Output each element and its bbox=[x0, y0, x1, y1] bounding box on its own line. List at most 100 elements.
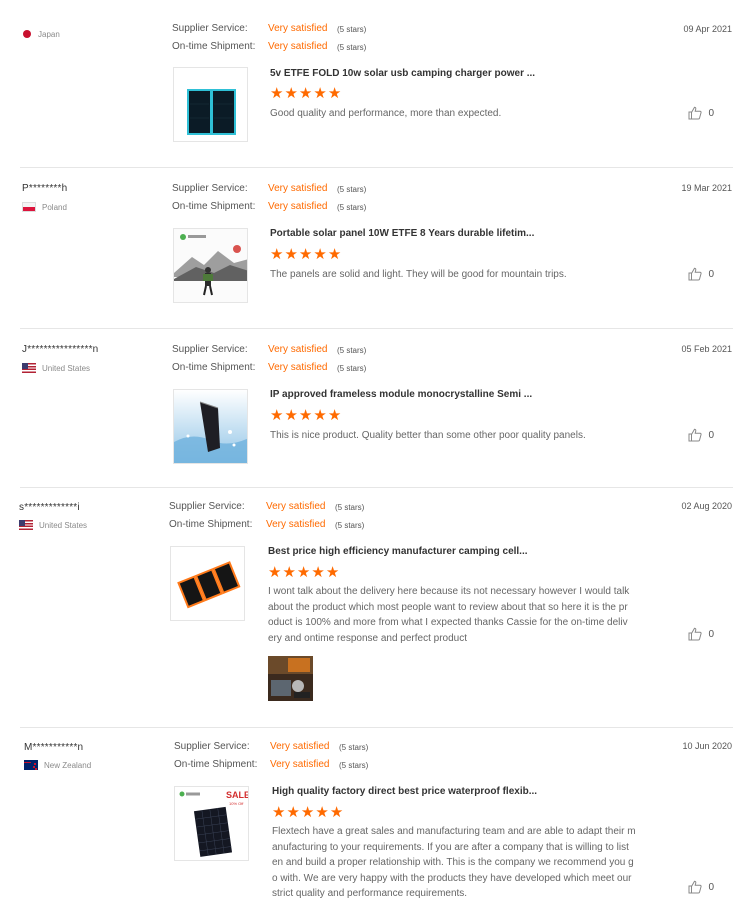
japan-flag-icon bbox=[22, 29, 32, 39]
star-icon: ★ bbox=[286, 804, 300, 821]
review-text: Flextech have a great sales and manufact… bbox=[272, 824, 652, 902]
review-attachment-image[interactable] bbox=[268, 656, 313, 701]
review-text-line: about the product which most people want… bbox=[268, 601, 628, 613]
us-flag-icon bbox=[22, 363, 36, 373]
star-icon: ★ bbox=[270, 407, 284, 424]
product-rating: ★ ★ ★ ★ ★ bbox=[268, 565, 339, 580]
reviewer-name: J****************n bbox=[22, 344, 99, 355]
review-text: I wont talk about the delivery here beca… bbox=[268, 584, 648, 646]
like-button[interactable]: 0 bbox=[688, 627, 714, 641]
review-divider bbox=[20, 487, 733, 488]
product-rating: ★ ★ ★ ★ ★ bbox=[270, 247, 341, 262]
product-rating: ★ ★ ★ ★ ★ bbox=[270, 408, 341, 423]
on-time-shipment-stars: (5 stars) bbox=[339, 761, 369, 770]
star-icon: ★ bbox=[327, 246, 342, 263]
thumbs-up-icon bbox=[688, 880, 703, 894]
on-time-shipment-label: On-time Shipment: bbox=[172, 201, 256, 212]
star-icon: ★ bbox=[313, 246, 327, 263]
star-icon: ★ bbox=[296, 564, 311, 581]
on-time-shipment-value: Very satisfied bbox=[268, 362, 328, 373]
like-button[interactable]: 0 bbox=[688, 106, 714, 120]
product-title-link[interactable]: High quality factory direct best price w… bbox=[272, 786, 537, 797]
star-icon: ★ bbox=[284, 85, 298, 102]
review-divider bbox=[20, 328, 733, 329]
review-date: 10 Jun 2020 bbox=[682, 741, 732, 751]
star-icon: ★ bbox=[327, 85, 342, 102]
thumbs-up-icon bbox=[688, 428, 703, 442]
product-thumbnail[interactable] bbox=[173, 389, 248, 464]
review-text: Good quality and performance, more than … bbox=[270, 108, 502, 119]
us-flag-icon bbox=[19, 520, 33, 530]
on-time-shipment-label: On-time Shipment: bbox=[169, 519, 253, 530]
country-name: United States bbox=[39, 520, 88, 530]
product-title-link[interactable]: Portable solar panel 10W ETFE 8 Years du… bbox=[270, 228, 534, 239]
star-icon: ★ bbox=[298, 246, 313, 263]
on-time-shipment-label: On-time Shipment: bbox=[174, 759, 258, 770]
review-text: This is nice product. Quality better tha… bbox=[270, 430, 586, 441]
product-title-link[interactable]: Best price high efficiency manufacturer … bbox=[268, 546, 528, 557]
product-thumbnail[interactable] bbox=[170, 546, 245, 621]
review-text-line: strict quality and performance requireme… bbox=[272, 888, 468, 899]
product-thumbnail[interactable]: SALE 10% Off bbox=[174, 786, 249, 861]
new-zealand-flag-icon bbox=[24, 760, 38, 770]
like-button[interactable]: 0 bbox=[688, 267, 714, 281]
on-time-shipment-value: Very satisfied bbox=[268, 41, 328, 52]
like-button[interactable]: 0 bbox=[688, 880, 714, 894]
star-icon: ★ bbox=[327, 407, 342, 424]
supplier-service-label: Supplier Service: bbox=[172, 23, 248, 34]
supplier-service-value: Very satisfied bbox=[266, 501, 326, 512]
product-title-link[interactable]: 5v ETFE FOLD 10w solar usb camping charg… bbox=[270, 68, 535, 79]
like-count: 0 bbox=[708, 429, 714, 441]
star-icon: ★ bbox=[311, 564, 325, 581]
star-icon: ★ bbox=[329, 804, 344, 821]
supplier-service-value: Very satisfied bbox=[268, 183, 328, 194]
star-icon: ★ bbox=[313, 407, 327, 424]
review-date: 05 Feb 2021 bbox=[681, 344, 732, 354]
review-date: 09 Apr 2021 bbox=[683, 24, 732, 34]
on-time-shipment-label: On-time Shipment: bbox=[172, 362, 256, 373]
review-date: 19 Mar 2021 bbox=[681, 183, 732, 193]
reviewer-name: s*************i bbox=[19, 502, 80, 513]
thumbs-up-icon bbox=[688, 106, 703, 120]
review-divider bbox=[20, 727, 733, 728]
on-time-shipment-stars: (5 stars) bbox=[337, 43, 367, 52]
country-name: New Zealand bbox=[44, 760, 92, 770]
country-name: United States bbox=[42, 363, 91, 373]
star-icon: ★ bbox=[313, 85, 327, 102]
country-name: Poland bbox=[42, 202, 67, 212]
supplier-service-stars: (5 stars) bbox=[335, 503, 365, 512]
star-icon: ★ bbox=[325, 564, 340, 581]
product-thumbnail[interactable] bbox=[173, 67, 248, 142]
star-icon: ★ bbox=[270, 85, 284, 102]
reviewer-name: M***********n bbox=[24, 742, 84, 753]
review-text-line: o with. We are very happy with the produ… bbox=[272, 872, 632, 884]
on-time-shipment-value: Very satisfied bbox=[266, 519, 326, 530]
thumbs-up-icon bbox=[688, 267, 703, 281]
thumbs-up-icon bbox=[688, 627, 703, 641]
star-icon: ★ bbox=[268, 564, 282, 581]
like-count: 0 bbox=[708, 107, 714, 119]
supplier-service-stars: (5 stars) bbox=[337, 25, 367, 34]
product-title-link[interactable]: IP approved frameless module monocrystal… bbox=[270, 389, 532, 400]
reviewer-country: Poland bbox=[22, 202, 67, 212]
sale-badge: SALE bbox=[226, 790, 249, 800]
product-rating: ★ ★ ★ ★ ★ bbox=[272, 805, 343, 820]
reviewer-country: New Zealand bbox=[24, 760, 91, 770]
like-button[interactable]: 0 bbox=[688, 428, 714, 442]
on-time-shipment-value: Very satisfied bbox=[270, 759, 330, 770]
reviewer-country: Japan bbox=[22, 29, 60, 39]
supplier-service-stars: (5 stars) bbox=[337, 185, 367, 194]
product-rating: ★ ★ ★ ★ ★ bbox=[270, 86, 341, 101]
star-icon: ★ bbox=[284, 246, 298, 263]
review-text-line: anufacturing to your requirements. If yo… bbox=[272, 841, 629, 853]
star-icon: ★ bbox=[315, 804, 329, 821]
on-time-shipment-value: Very satisfied bbox=[268, 201, 328, 212]
review-text-line: I wont talk about the delivery here beca… bbox=[268, 586, 630, 597]
review-text-line: oduct is 100% and more from what I expec… bbox=[268, 617, 628, 628]
product-thumbnail[interactable] bbox=[173, 228, 248, 303]
star-icon: ★ bbox=[284, 407, 298, 424]
supplier-service-label: Supplier Service: bbox=[172, 344, 248, 355]
supplier-service-stars: (5 stars) bbox=[339, 743, 369, 752]
reviewer-country: United States bbox=[22, 363, 90, 373]
star-icon: ★ bbox=[298, 407, 313, 424]
